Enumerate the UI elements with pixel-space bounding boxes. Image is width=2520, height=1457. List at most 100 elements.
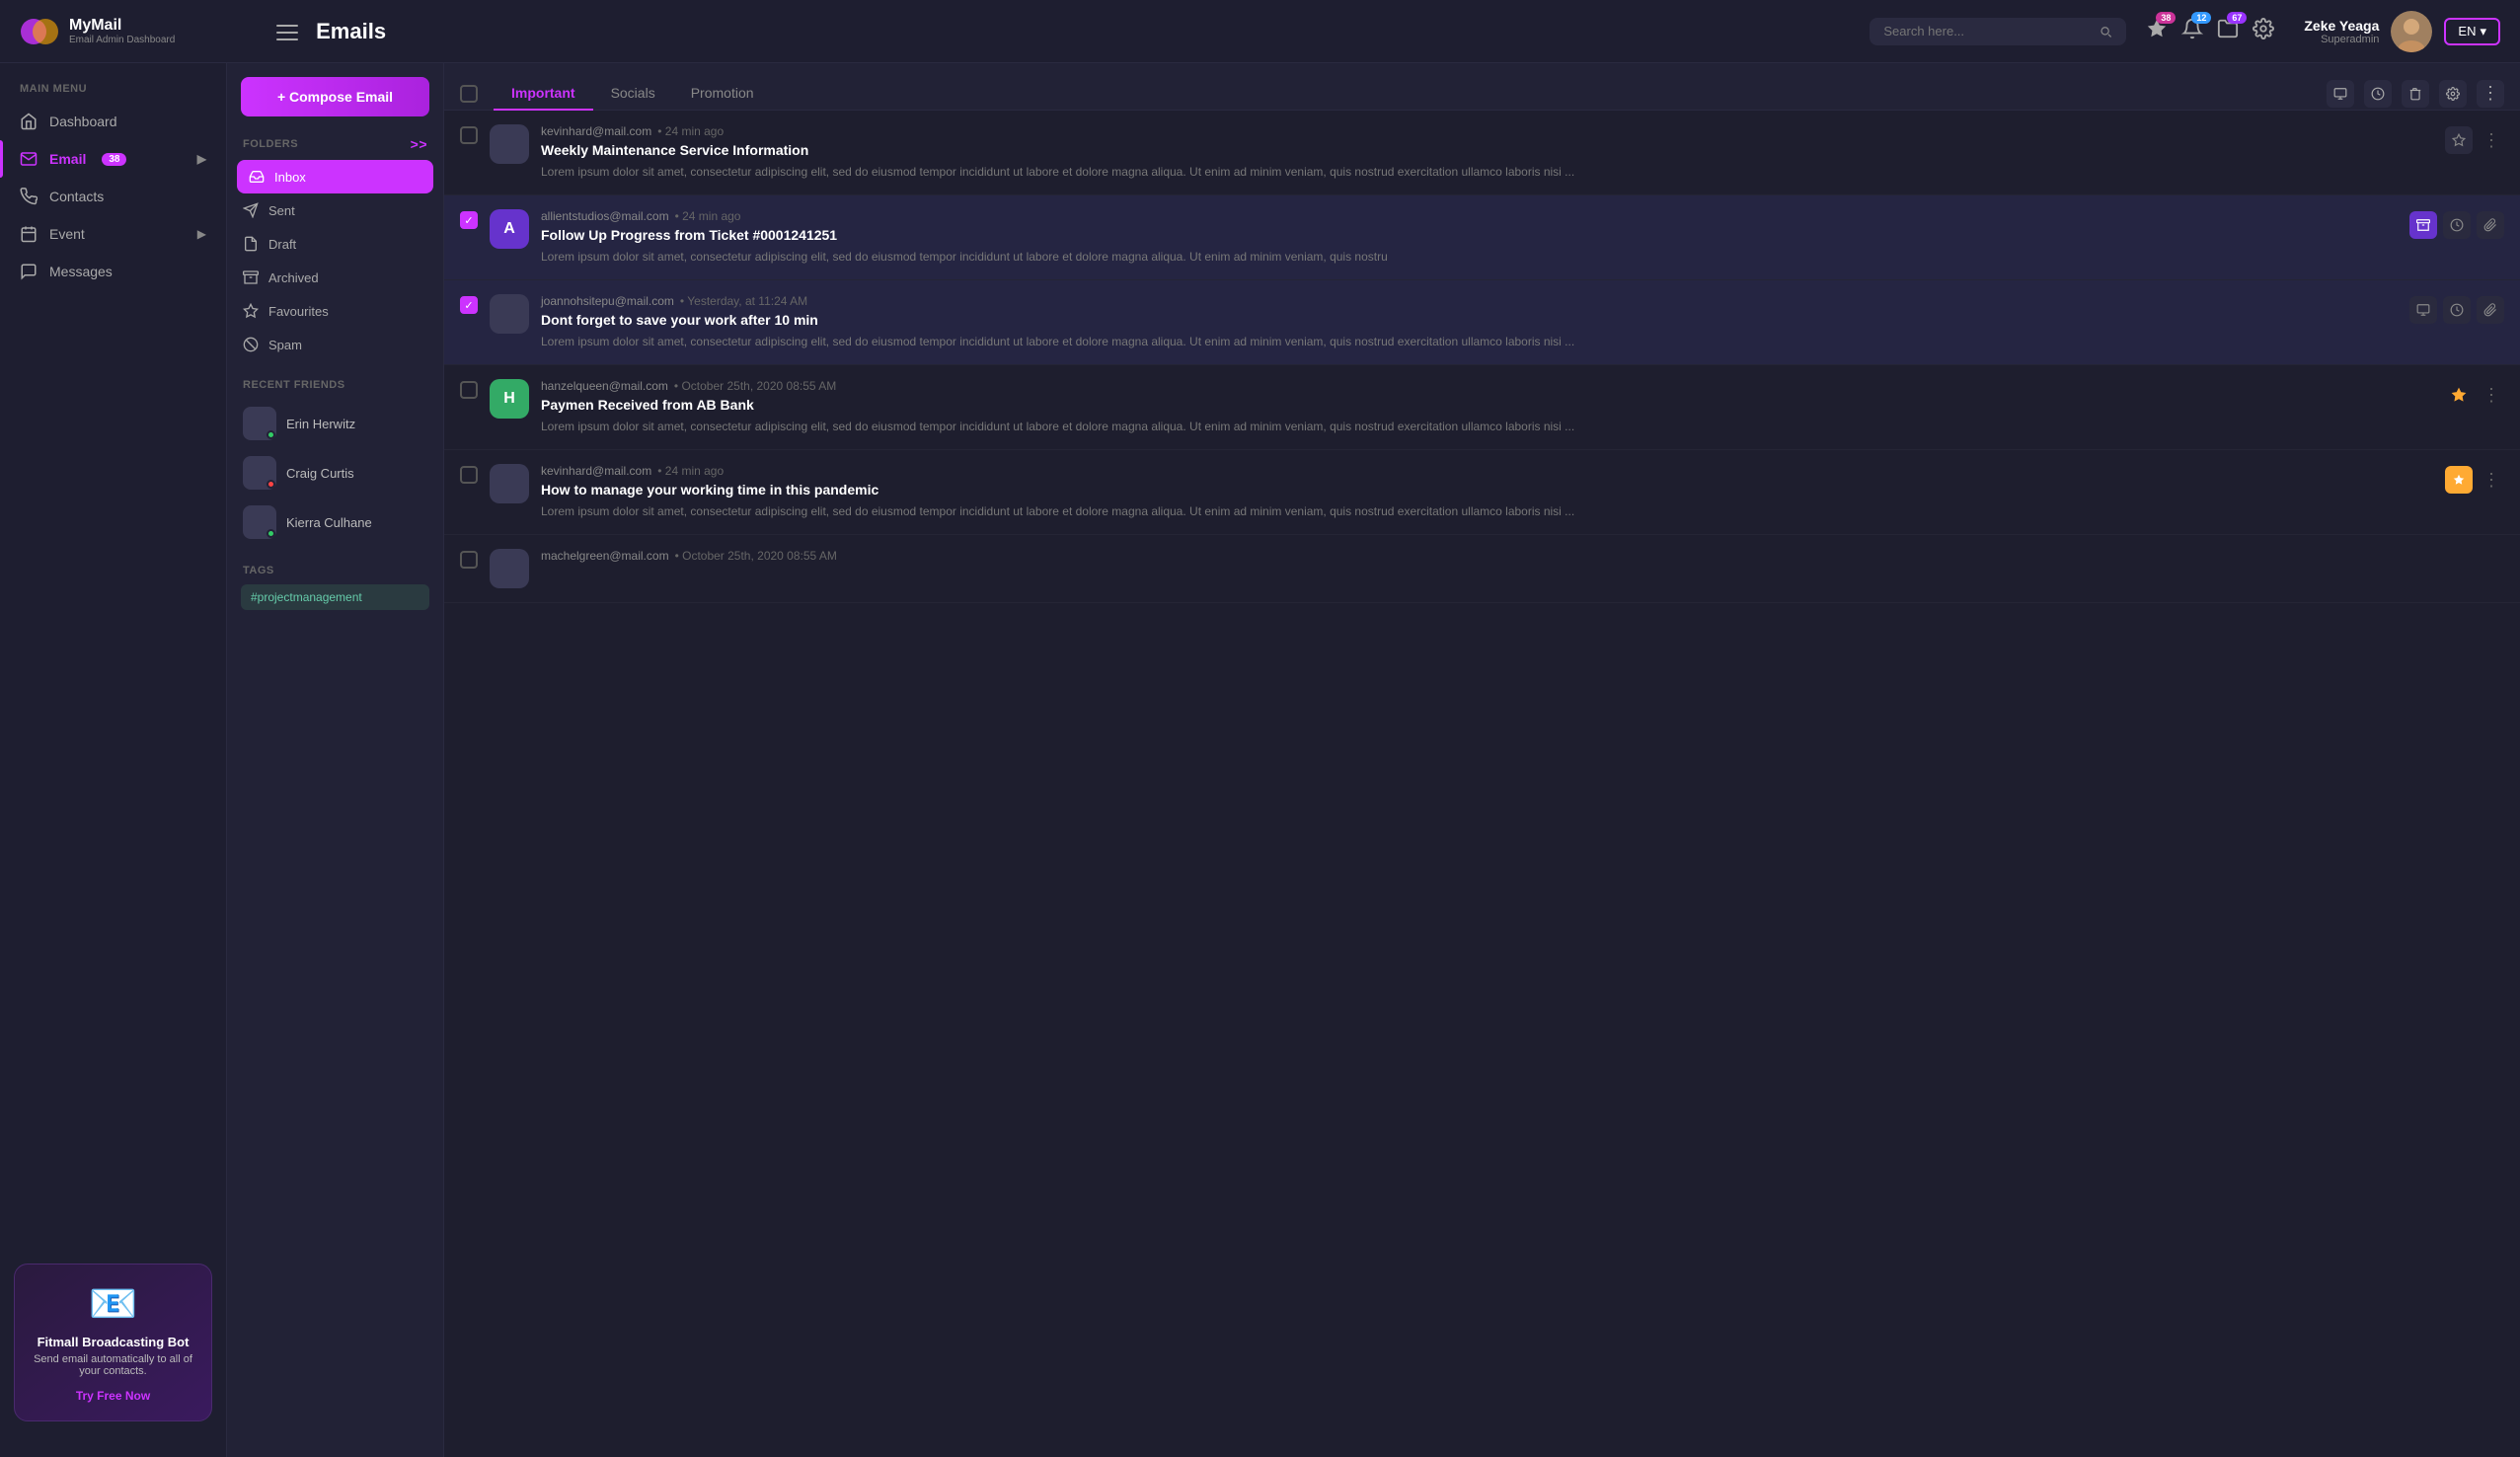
friend-kierra[interactable]: Kierra Culhane (227, 498, 443, 547)
email-3-checkbox[interactable] (460, 296, 478, 314)
contacts-icon (20, 188, 38, 205)
email-6-checkbox[interactable] (460, 551, 478, 569)
email-5-star-button[interactable] (2445, 466, 2473, 494)
email-4-avatar: H (490, 379, 529, 419)
recent-friends-section: RECENT FRIENDS Erin Herwitz Craig Curtis… (227, 375, 443, 547)
sidebar-item-messages[interactable]: Messages (0, 253, 226, 290)
email-4-more-button[interactable]: ⋮ (2479, 386, 2504, 404)
settings-icon (2446, 87, 2460, 101)
email-4-star-button[interactable] (2445, 381, 2473, 409)
star-notifications[interactable]: 38 (2146, 18, 2168, 44)
monitor-action-icon[interactable] (2327, 80, 2354, 108)
email-2-archive-button[interactable] (2409, 211, 2437, 239)
email-5-time: • 24 min ago (657, 464, 724, 478)
folder-badge: 67 (2227, 12, 2247, 24)
friend-erin-status (267, 430, 275, 439)
friend-erin[interactable]: Erin Herwitz (227, 399, 443, 448)
tab-socials[interactable]: Socials (593, 77, 673, 111)
folders-expand-icon[interactable]: >> (411, 136, 427, 152)
tab-important[interactable]: Important (494, 77, 593, 111)
folder-inbox[interactable]: Inbox (237, 160, 433, 193)
user-info: Zeke Yeaga Superadmin (2304, 18, 2379, 45)
table-row[interactable]: machelgreen@mail.com • October 25th, 202… (444, 535, 2520, 603)
search-input[interactable] (1883, 24, 2091, 38)
trash-action-icon[interactable] (2402, 80, 2429, 108)
sidebar-item-dashboard[interactable]: Dashboard (0, 103, 226, 140)
email-panel: Important Socials Promotion (444, 63, 2520, 1457)
user-area: Zeke Yeaga Superadmin EN ▾ (2304, 11, 2500, 52)
email-5-subject: How to manage your working time in this … (541, 482, 2433, 498)
language-selector[interactable]: EN ▾ (2444, 18, 2500, 45)
friend-craig-avatar (243, 456, 276, 490)
email-2-actions (2409, 211, 2504, 239)
email-1-checkbox[interactable] (460, 126, 478, 144)
tab-promotion[interactable]: Promotion (673, 77, 772, 111)
sidebar-item-contacts[interactable]: Contacts (0, 178, 226, 215)
select-all-checkbox[interactable] (460, 85, 478, 103)
tab-actions: ⋮ (2327, 80, 2504, 108)
promo-desc: Send email automatically to all of your … (29, 1353, 197, 1377)
email-5-actions: ⋮ (2445, 466, 2504, 494)
email-3-from: joannohsitepu@mail.com (541, 294, 674, 308)
email-5-more-button[interactable]: ⋮ (2479, 471, 2504, 489)
email-2-clock-button[interactable] (2443, 211, 2471, 239)
email-1-from: kevinhard@mail.com (541, 124, 651, 138)
friend-erin-name: Erin Herwitz (286, 417, 355, 431)
sidebar-section-title: Main Menu (0, 83, 226, 95)
email-5-preview: Lorem ipsum dolor sit amet, consectetur … (541, 502, 2433, 520)
email-4-checkbox[interactable] (460, 381, 478, 399)
folder-sent[interactable]: Sent (227, 193, 443, 227)
folder-archived-label: Archived (268, 270, 319, 285)
email-6-from: machelgreen@mail.com (541, 549, 669, 563)
friend-kierra-status (267, 529, 275, 538)
email-1-star-button[interactable] (2445, 126, 2473, 154)
table-row[interactable]: joannohsitepu@mail.com • Yesterday, at 1… (444, 280, 2520, 365)
tag-projectmanagement[interactable]: #projectmanagement (241, 584, 429, 610)
friend-craig-status (267, 480, 275, 489)
settings[interactable] (2253, 18, 2274, 44)
email-2-checkbox[interactable] (460, 211, 478, 229)
email-6-avatar (490, 549, 529, 588)
compose-button[interactable]: + Compose Email (241, 77, 429, 116)
sidebar-item-event[interactable]: Event ▶ (0, 215, 226, 253)
lang-label: EN (2458, 24, 2476, 38)
page-title: Emails (316, 19, 386, 43)
folder-draft[interactable]: Draft (227, 227, 443, 261)
hamburger-icon[interactable] (276, 25, 298, 40)
logo-area: MyMail Email Admin Dashboard (20, 12, 237, 51)
settings-action-icon[interactable] (2439, 80, 2467, 108)
sidebar-label-contacts: Contacts (49, 189, 104, 204)
email-3-attach-button[interactable] (2477, 296, 2504, 324)
clock-action-icon-2 (2450, 303, 2464, 317)
promo-cta-button[interactable]: Try Free Now (76, 1389, 150, 1403)
email-4-meta: hanzelqueen@mail.com • October 25th, 202… (541, 379, 2433, 393)
email-1-more-button[interactable]: ⋮ (2479, 131, 2504, 149)
friend-craig[interactable]: Craig Curtis (227, 448, 443, 498)
table-row[interactable]: A allientstudios@mail.com • 24 min ago F… (444, 195, 2520, 280)
email-3-monitor-button[interactable] (2409, 296, 2437, 324)
email-5-from: kevinhard@mail.com (541, 464, 651, 478)
monitor-icon (2333, 87, 2347, 101)
table-row[interactable]: H hanzelqueen@mail.com • October 25th, 2… (444, 365, 2520, 450)
folder-favourites[interactable]: Favourites (227, 294, 443, 328)
star-badge: 38 (2156, 12, 2176, 24)
more-options-button[interactable]: ⋮ (2477, 80, 2504, 108)
email-5-checkbox[interactable] (460, 466, 478, 484)
folder-spam[interactable]: Spam (227, 328, 443, 361)
email-6-time: • October 25th, 2020 08:55 AM (675, 549, 837, 563)
table-row[interactable]: kevinhard@mail.com • 24 min ago How to m… (444, 450, 2520, 535)
email-icon (20, 150, 38, 168)
table-row[interactable]: kevinhard@mail.com • 24 min ago Weekly M… (444, 111, 2520, 195)
email-tabs-row: Important Socials Promotion (444, 63, 2520, 111)
email-4-preview: Lorem ipsum dolor sit amet, consectetur … (541, 418, 2433, 435)
chevron-down-icon: ▾ (2480, 24, 2486, 39)
bell-notifications[interactable]: 12 (2181, 18, 2203, 44)
page-title-bar: Emails (276, 19, 1870, 44)
email-3-clock-button[interactable] (2443, 296, 2471, 324)
folder-notifications[interactable]: 67 (2217, 18, 2239, 44)
clock-action-icon[interactable] (2364, 80, 2392, 108)
folder-archived[interactable]: Archived (227, 261, 443, 294)
email-3-avatar (490, 294, 529, 334)
sidebar-item-email[interactable]: Email 38 ▶ (0, 140, 226, 178)
email-2-attach-button[interactable] (2477, 211, 2504, 239)
